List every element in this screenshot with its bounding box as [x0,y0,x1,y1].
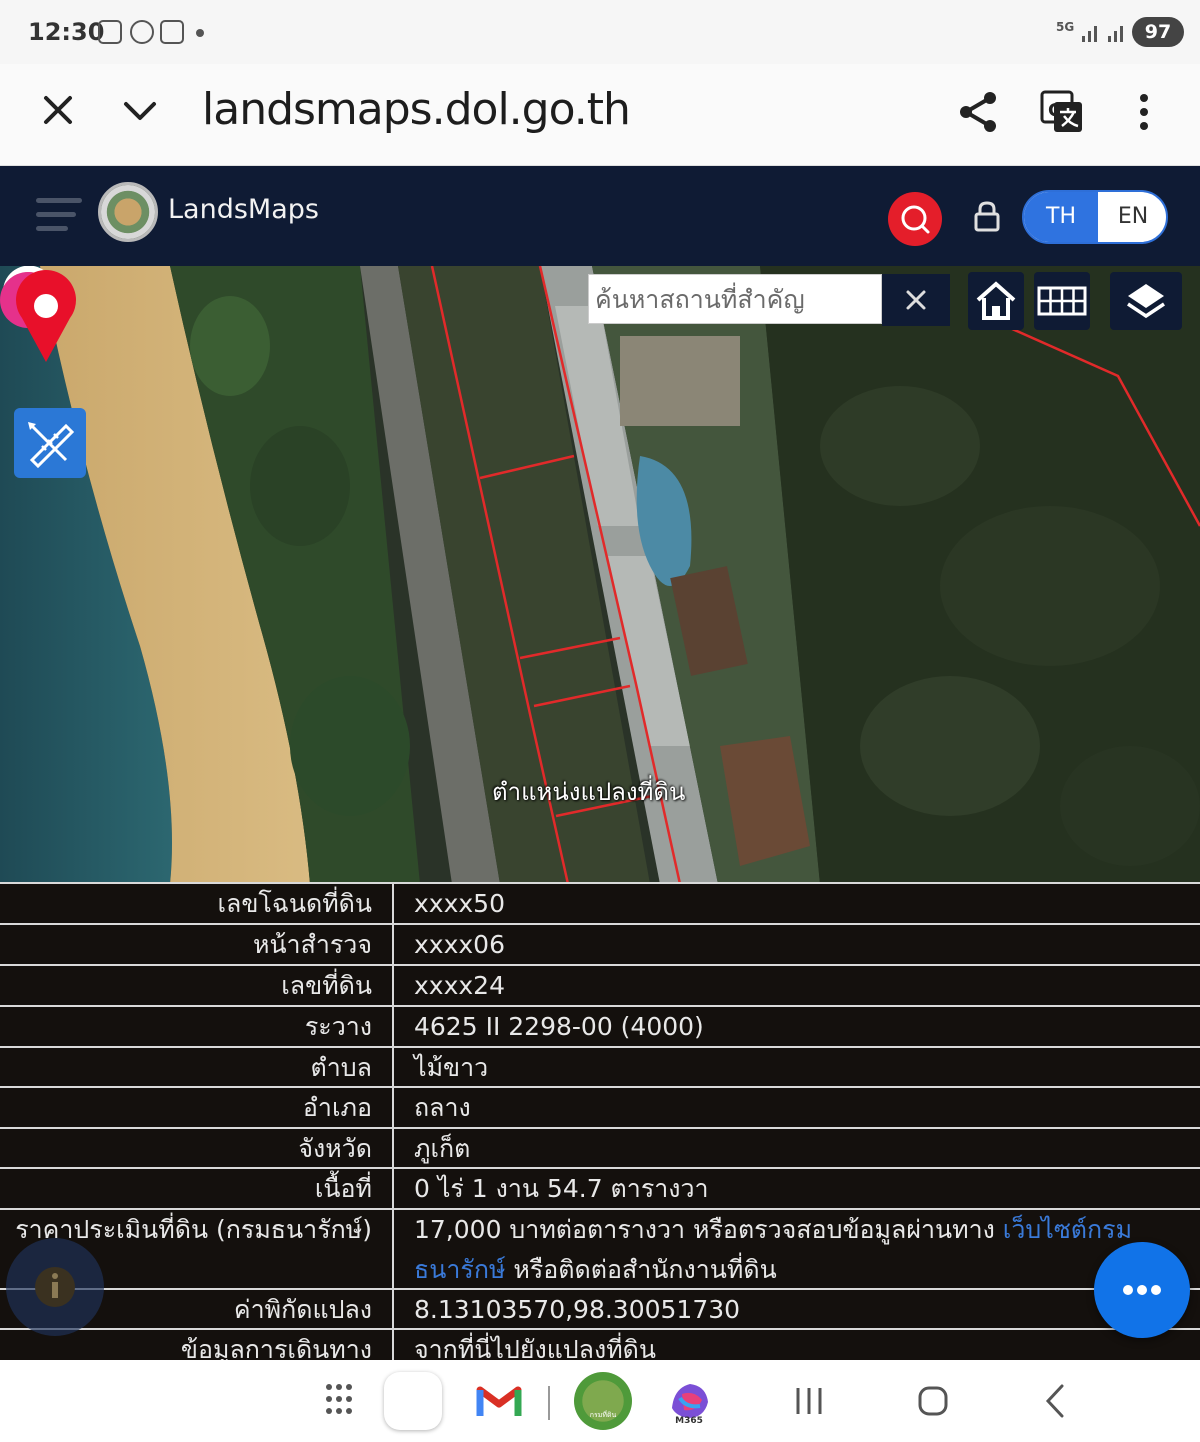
row-label-survey-page: หน้าสำรวจ [252,930,372,959]
more-horiz-icon [1123,1285,1161,1295]
row-label-deed-number: เลขโฉนดที่ดิน [217,889,372,918]
home-nav-icon[interactable] [906,1374,960,1428]
facebook-notification-icon [160,20,184,44]
place-search-input[interactable] [589,275,881,323]
android-nav-bar: กรมที่ดิน M365 [0,1360,1200,1442]
row-value-area: 0 ไร่ 1 งาน 54.7 ตารางวา [414,1174,709,1203]
menu-icon[interactable] [36,196,82,236]
app-header: LandsMaps TH EN [0,166,1200,266]
grid-icon [1037,286,1087,316]
app-title: LandsMaps [168,194,319,225]
battery-level: 97 [1132,17,1184,47]
svg-text:G: G [1048,100,1063,121]
table-row: หน้าสำรวจ xxxx06 [0,923,1200,964]
layers-icon [1127,284,1165,319]
recents-nav-icon[interactable] [782,1374,836,1428]
directions-link[interactable]: จากที่นี่ไปยังแปลงที่ดิน [394,1330,1134,1360]
share-icon[interactable] [952,86,1004,138]
appraisal-price-text: 17,000 บาทต่อตารางวา หรือตรวจสอบข้อมูลผ่… [414,1215,1003,1244]
status-bar: 12:30 5G 97 [0,0,1200,64]
more-vert-icon[interactable] [1124,86,1164,138]
app-drawer-icon[interactable] [318,1372,376,1430]
row-value-appraisal-price: 17,000 บาทต่อตารางวา หรือตรวจสอบข้อมูลผ่… [394,1210,1134,1290]
landsmaps-app-label: กรมที่ดิน [589,1411,617,1419]
lock-icon[interactable] [972,200,1002,232]
row-label-area: เนื้อที่ [314,1174,372,1203]
landsmaps-app-icon[interactable]: กรมที่ดิน [574,1372,632,1430]
table-row: เลขโฉนดที่ดิน xxxx50 [0,882,1200,923]
coordinates-link[interactable]: 8.13103570,98.30051730 [394,1290,1134,1330]
row-value-map-sheet: 4625 II 2298-00 (4000) [414,1012,704,1041]
place-search-field[interactable] [588,274,882,324]
table-row: ค่าพิกัดแปลง 8.13103570,98.30051730 [0,1288,1200,1328]
row-label-land-number: เลขที่ดิน [281,971,372,1000]
table-row: เลขที่ดิน xxxx24 [0,964,1200,1005]
table-row: ตำบล ไม้ขาว [0,1046,1200,1086]
network-type: 5G [1056,20,1075,34]
screenshot-notification-icon [98,20,122,44]
more-notifications-dot-icon [196,29,204,37]
search-icon [901,205,930,234]
signal-strength-icon [1080,22,1102,42]
row-value-subdistrict: ไม้ขาว [414,1053,489,1082]
line-notification-icon [130,20,154,44]
url-text[interactable]: landsmaps.dol.go.th [202,84,631,135]
row-value-province: ภูเก็ต [414,1134,471,1163]
close-icon [906,290,926,310]
row-value-deed-number: xxxx50 [414,889,505,918]
chevron-down-icon[interactable] [118,88,162,132]
language-th-option[interactable]: TH [1024,192,1098,242]
microsoft-365-app-icon[interactable]: M365 [660,1372,718,1430]
dock-separator [548,1386,550,1420]
info-glyph-icon [35,1267,75,1307]
measure-tool-button[interactable] [14,408,86,478]
language-toggle[interactable]: TH EN [1022,190,1168,244]
signal-strength-icon-2 [1106,22,1128,42]
table-row: อำเภอ ถลาง [0,1086,1200,1127]
row-value-district: ถลาง [414,1093,471,1122]
satellite-map[interactable]: ตำแหน่งแปลงที่ดิน [0,266,1200,884]
ruler-pencil-icon [28,422,75,469]
gmail-app-icon[interactable] [470,1372,528,1430]
row-label-district: อำเภอ [302,1093,372,1122]
parcel-location-pin-icon[interactable] [0,266,82,366]
row-label-province: จังหวัด [298,1134,372,1163]
status-time: 12:30 [28,18,105,46]
table-row: ราคาประเมินที่ดิน (กรมธนารักษ์) 17,000 บ… [0,1208,1200,1288]
translate-icon[interactable]: G [1036,86,1088,138]
row-label-subdistrict: ตำบล [310,1053,372,1082]
close-icon[interactable] [36,88,80,132]
browser-url-bar: landsmaps.dol.go.th G [0,64,1200,166]
row-label-map-sheet: ระวาง [304,1012,372,1041]
language-en-option[interactable]: EN [1098,192,1166,242]
parcel-location-label: ตำแหน่งแปลงที่ดิน [492,778,686,806]
table-row: เนื้อที่ 0 ไร่ 1 งาน 54.7 ตารางวา [0,1167,1200,1208]
clear-search-button[interactable] [882,274,950,326]
map-grid-button[interactable] [1034,272,1090,330]
m365-label: M365 [675,1416,703,1426]
table-row: ข้อมูลการเดินทาง จากที่นี่ไปยังแปลงที่ดิ… [0,1328,1200,1360]
row-value-land-number: xxxx24 [414,971,505,1000]
more-options-fab[interactable] [1094,1242,1190,1338]
info-icon[interactable] [6,1238,104,1336]
appraisal-contact-text: หรือติดต่อสำนักงานที่ดิน [505,1255,777,1284]
search-button[interactable] [888,192,942,246]
row-value-survey-page: xxxx06 [414,930,505,959]
home-icon [976,281,1016,320]
calendar-app-icon[interactable] [384,1372,442,1430]
table-row: จังหวัด ภูเก็ต [0,1127,1200,1167]
back-nav-icon[interactable] [1030,1374,1084,1428]
department-of-lands-logo [98,182,158,242]
table-row: ระวาง 4625 II 2298-00 (4000) [0,1005,1200,1046]
map-layers-button[interactable] [1110,272,1182,330]
map-home-button[interactable] [968,272,1024,330]
parcel-info-table: เลขโฉนดที่ดิน xxxx50 หน้าสำรวจ xxxx06 เล… [0,882,1200,1360]
